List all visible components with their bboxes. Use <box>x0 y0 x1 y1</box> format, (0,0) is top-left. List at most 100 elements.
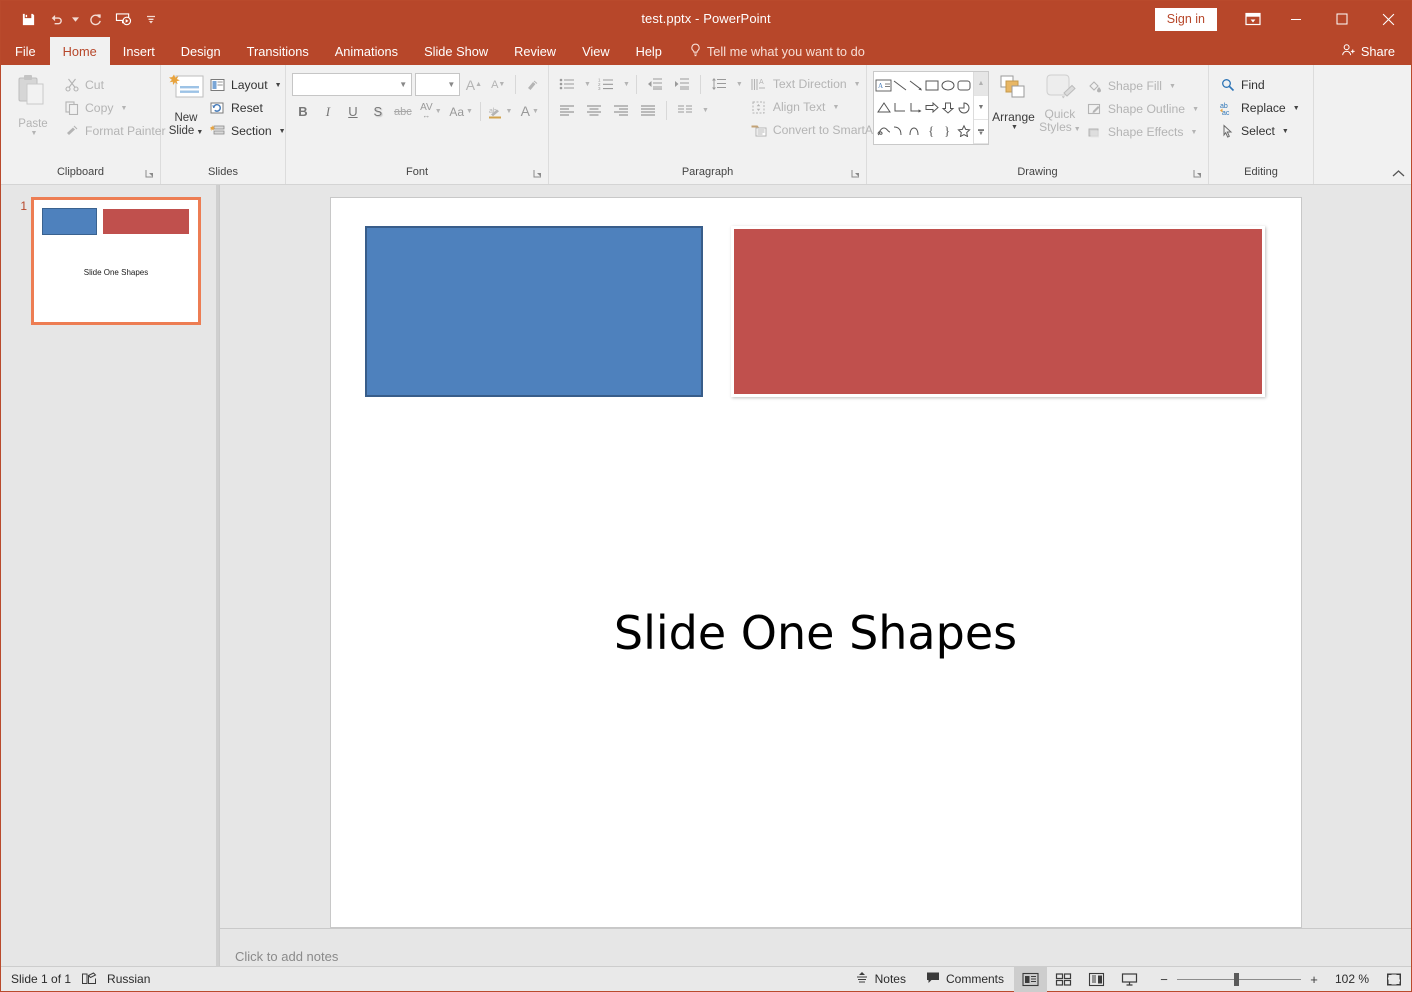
paragraph-dialog-launcher[interactable] <box>850 169 861 180</box>
slide-canvas-area[interactable]: Slide One Shapes <box>220 185 1411 928</box>
text-direction-caret-icon[interactable]: ▼ <box>854 81 861 88</box>
font-name-combo[interactable]: ▼ <box>292 73 413 96</box>
replace-button[interactable]: ab ac Replace ▼ <box>1215 97 1304 119</box>
font-dialog-launcher[interactable] <box>532 169 543 180</box>
section-caret-icon[interactable]: ▼ <box>279 128 286 135</box>
shape-arrow-icon[interactable] <box>908 74 924 97</box>
format-painter-button[interactable]: Format Painter <box>59 120 170 142</box>
paste-caret-icon[interactable]: ▼ <box>31 130 38 137</box>
shapes-scroll-down-icon[interactable]: ▼ <box>974 96 988 120</box>
increase-font-size-button[interactable]: A ▲ <box>463 73 484 96</box>
columns-button[interactable] <box>673 99 697 121</box>
change-case-caret-icon[interactable]: ▼ <box>466 108 473 115</box>
slide-title-textbox[interactable]: Slide One Shapes <box>331 606 1301 660</box>
shapes-gallery[interactable]: A {} ▲ ▼ ▬ ▼ <box>873 71 989 145</box>
slide-thumbnail-1[interactable]: Slide One Shapes <box>31 197 201 325</box>
paste-button[interactable]: Paste ▼ <box>7 71 59 142</box>
tab-transitions[interactable]: Transitions <box>234 37 322 65</box>
bullets-caret-icon[interactable]: ▼ <box>584 81 591 88</box>
maximize-button[interactable] <box>1319 1 1365 37</box>
character-spacing-caret-icon[interactable]: ▼ <box>435 108 442 115</box>
proofing-icon[interactable] <box>81 972 97 986</box>
tab-home[interactable]: Home <box>49 37 110 65</box>
font-size-combo[interactable]: ▼ <box>415 73 461 96</box>
align-center-button[interactable] <box>582 99 606 121</box>
shape-curve-icon[interactable] <box>892 119 908 142</box>
reset-button[interactable]: Reset <box>205 97 290 119</box>
fit-slide-icon[interactable] <box>1377 972 1411 987</box>
shape-effects-caret-icon[interactable]: ▼ <box>1190 129 1197 136</box>
undo-dropdown-caret-icon[interactable] <box>71 7 80 31</box>
shape-outline-caret-icon[interactable]: ▼ <box>1192 106 1199 113</box>
find-button[interactable]: Find <box>1215 74 1304 96</box>
decrease-indent-button[interactable] <box>643 73 667 95</box>
clear-formatting-button[interactable] <box>522 73 543 96</box>
decrease-font-size-button[interactable]: A ▼ <box>488 73 509 96</box>
tab-help[interactable]: Help <box>623 37 675 65</box>
shape-elbow-arrow-connector-icon[interactable] <box>908 97 924 120</box>
normal-view-button[interactable] <box>1014 966 1047 992</box>
align-text-caret-icon[interactable]: ▼ <box>832 104 839 111</box>
save-icon[interactable] <box>15 7 41 31</box>
shape-outline-button[interactable]: Shape Outline ▼ <box>1082 98 1203 120</box>
replace-caret-icon[interactable]: ▼ <box>1293 105 1300 112</box>
collapse-ribbon-icon[interactable] <box>1392 169 1405 181</box>
language-indicator[interactable]: Russian <box>107 972 150 986</box>
numbering-button[interactable]: 123 <box>594 73 618 95</box>
justify-button[interactable] <box>636 99 660 121</box>
shape-effects-button[interactable]: Shape Effects ▼ <box>1082 121 1203 143</box>
text-highlight-button[interactable]: ab ▼ <box>487 100 513 123</box>
blue-rectangle-shape[interactable] <box>364 226 703 397</box>
zoom-in-button[interactable]: + <box>1308 972 1320 987</box>
shape-freeform-icon[interactable] <box>875 119 892 142</box>
slide-canvas[interactable]: Slide One Shapes <box>329 197 1302 928</box>
shape-right-brace-icon[interactable]: } <box>940 119 956 142</box>
tab-insert[interactable]: Insert <box>110 37 168 65</box>
start-slideshow-icon[interactable] <box>110 7 136 31</box>
columns-caret-icon[interactable]: ▼ <box>702 107 709 114</box>
sign-in-button[interactable]: Sign in <box>1154 7 1217 31</box>
shape-pie-icon[interactable] <box>956 97 972 120</box>
line-spacing-caret-icon[interactable]: ▼ <box>736 81 743 88</box>
cut-button[interactable]: Cut <box>59 74 170 96</box>
zoom-control[interactable]: − + 102 % <box>1146 967 1377 992</box>
undo-icon[interactable] <box>43 7 69 31</box>
font-size-caret-icon[interactable]: ▼ <box>447 80 455 89</box>
tab-view[interactable]: View <box>569 37 623 65</box>
share-button[interactable]: Share <box>1331 37 1411 65</box>
slide-counter[interactable]: Slide 1 of 1 <box>11 972 71 986</box>
text-highlight-caret-icon[interactable]: ▼ <box>505 108 512 115</box>
clipboard-dialog-launcher[interactable] <box>144 169 155 180</box>
shape-oval-icon[interactable] <box>940 74 956 97</box>
quick-styles-button[interactable]: Quick Styles ▼ <box>1038 71 1082 136</box>
section-button[interactable]: Section ▼ <box>205 120 290 142</box>
red-rectangle-shape[interactable] <box>730 226 1265 397</box>
font-color-button[interactable]: A ▼ <box>517 100 543 123</box>
align-right-button[interactable] <box>609 99 633 121</box>
close-button[interactable] <box>1365 1 1411 37</box>
reading-view-button[interactable] <box>1080 967 1113 992</box>
underline-button[interactable]: U <box>342 100 364 123</box>
shape-down-arrow-icon[interactable] <box>940 97 956 120</box>
slide-sorter-view-button[interactable] <box>1047 967 1080 992</box>
tab-slide-show[interactable]: Slide Show <box>411 37 501 65</box>
zoom-slider-thumb[interactable] <box>1234 972 1239 986</box>
zoom-out-button[interactable]: − <box>1158 972 1170 987</box>
numbering-caret-icon[interactable]: ▼ <box>623 81 630 88</box>
shape-rectangle-icon[interactable] <box>924 74 940 97</box>
comments-toggle-button[interactable]: Comments <box>916 967 1014 992</box>
shape-fill-button[interactable]: Shape Fill ▼ <box>1082 75 1203 97</box>
font-color-caret-icon[interactable]: ▼ <box>532 108 539 115</box>
bold-button[interactable]: B <box>292 100 314 123</box>
arrange-button[interactable]: Arrange ▼ <box>989 71 1038 131</box>
bullets-button[interactable] <box>555 73 579 95</box>
tab-file[interactable]: File <box>1 37 50 65</box>
shape-elbow-connector-icon[interactable] <box>892 97 908 120</box>
ribbon-display-options-icon[interactable] <box>1233 4 1273 34</box>
tab-review[interactable]: Review <box>501 37 569 65</box>
shapes-gallery-scrollbar[interactable]: ▲ ▼ ▬ ▼ <box>973 72 988 144</box>
increase-indent-button[interactable] <box>670 73 694 95</box>
strikethrough-button[interactable]: abc <box>392 100 414 123</box>
select-caret-icon[interactable]: ▼ <box>1282 128 1289 135</box>
shape-star-icon[interactable] <box>956 119 972 142</box>
